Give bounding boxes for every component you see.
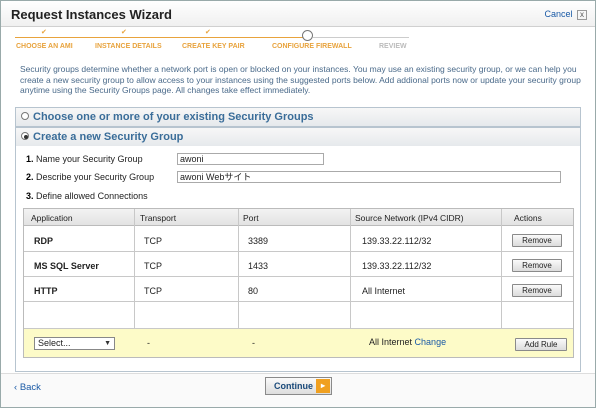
table-header-row: Application Transport Port Source Networ… <box>24 209 573 226</box>
cell-port: 1433 <box>248 261 269 271</box>
define-label-text: Define allowed Connections <box>36 191 148 201</box>
remove-rule-button[interactable]: Remove <box>512 259 562 272</box>
remove-rule-button[interactable]: Remove <box>512 234 562 247</box>
step-review: REVIEW <box>379 43 407 50</box>
new-group-radio[interactable] <box>21 132 29 140</box>
new-group-label: Create a new Security Group <box>33 131 184 143</box>
continue-arrow-icon: ▸ <box>316 379 330 393</box>
continue-button[interactable]: Continue ▸ <box>265 377 332 395</box>
column-header-actions: Actions <box>514 213 542 223</box>
step-check-icon: ✔ <box>205 29 211 36</box>
step-number: 1. <box>26 154 34 164</box>
cell-source: 139.33.22.112/32 <box>362 261 432 271</box>
cell-transport: TCP <box>144 261 162 271</box>
cancel-button[interactable]: Cancel x <box>544 9 587 20</box>
step-configure-firewall: CONFIGURE FIREWALL <box>272 43 352 50</box>
back-arrow-icon: ‹ <box>14 382 18 393</box>
remove-rule-button[interactable]: Remove <box>512 284 562 297</box>
describe-label-text: Describe your Security Group <box>36 172 155 182</box>
connection-rules-table: Application Transport Port Source Networ… <box>23 208 574 358</box>
wizard-footer: ‹ Back Continue ▸ <box>1 373 595 407</box>
back-button[interactable]: ‹ Back <box>14 382 41 393</box>
name-label-text: Name your Security Group <box>36 154 143 164</box>
step-choose-ami: CHOOSE AN AMI <box>16 43 73 50</box>
new-group-header[interactable]: Create a new Security Group <box>16 128 580 146</box>
progress-line-remaining <box>313 37 409 38</box>
existing-groups-panel[interactable]: Choose one or more of your existing Secu… <box>15 107 581 127</box>
dialog-title: Request Instances Wizard <box>11 7 172 22</box>
new-rule-transport: - <box>147 338 150 348</box>
step-check-icon: ✔ <box>121 29 127 36</box>
column-header-transport: Transport <box>140 213 177 223</box>
cell-transport: TCP <box>144 286 162 296</box>
step-create-key-pair: CREATE KEY PAIR <box>182 43 245 50</box>
request-instances-wizard-dialog: Request Instances Wizard Cancel x ✔ ✔ ✔ … <box>0 0 596 408</box>
step-number: 3. <box>26 191 34 201</box>
back-label: Back <box>19 382 41 393</box>
column-header-port: Port <box>243 213 259 223</box>
cell-application: MS SQL Server <box>34 261 99 271</box>
existing-groups-radio[interactable] <box>21 112 29 120</box>
step-check-icon: ✔ <box>41 29 47 36</box>
dropdown-arrow-icon: ▼ <box>104 340 111 347</box>
cell-transport: TCP <box>144 236 162 246</box>
group-description-input[interactable]: awoni Webサイト <box>177 171 561 183</box>
cell-port: 80 <box>248 286 259 296</box>
dialog-header: Request Instances Wizard Cancel x <box>1 1 595 27</box>
row-divider <box>24 251 573 252</box>
continue-label: Continue <box>274 381 313 391</box>
new-rule-source: All Internet Change <box>369 337 446 347</box>
define-connections-label: 3. Define allowed Connections <box>26 191 148 201</box>
group-name-input[interactable]: awoni <box>177 153 324 165</box>
add-rule-button[interactable]: Add Rule <box>515 338 567 351</box>
step-number: 2. <box>26 172 34 182</box>
cell-source: 139.33.22.112/32 <box>362 236 432 246</box>
cell-application: RDP <box>34 236 54 246</box>
application-select[interactable]: Select... ▼ <box>34 337 115 350</box>
row-divider <box>24 276 573 277</box>
progress-line-complete <box>15 37 307 38</box>
cancel-label: Cancel <box>544 9 573 19</box>
cell-application: HTTP <box>34 286 58 296</box>
new-rule-source-value: All Internet <box>369 337 413 347</box>
new-group-panel: Create a new Security Group 1. Name your… <box>15 127 581 372</box>
row-divider <box>24 301 573 302</box>
security-group-description: Security groups determine whether a netw… <box>20 64 581 95</box>
existing-groups-header[interactable]: Choose one or more of your existing Secu… <box>16 108 580 126</box>
application-select-value: Select... <box>38 338 71 348</box>
describe-field-label: 2. Describe your Security Group <box>26 172 154 182</box>
cell-source: All Internet <box>362 286 406 296</box>
cell-port: 3389 <box>248 236 269 246</box>
wizard-progress: ✔ ✔ ✔ CHOOSE AN AMI INSTANCE DETAILS CRE… <box>1 28 595 62</box>
current-step-circle-icon <box>302 30 313 41</box>
column-header-source-network: Source Network (IPv4 CIDR) <box>355 213 464 223</box>
new-rule-row: Select... ▼ - - All Internet Change Add … <box>24 328 573 357</box>
existing-groups-label: Choose one or more of your existing Secu… <box>33 111 314 123</box>
column-header-application: Application <box>31 213 73 223</box>
step-instance-details: INSTANCE DETAILS <box>95 43 162 50</box>
new-rule-port: - <box>252 338 255 348</box>
change-source-link[interactable]: Change <box>415 337 447 347</box>
name-field-label: 1. Name your Security Group <box>26 154 143 164</box>
close-icon: x <box>577 9 587 20</box>
